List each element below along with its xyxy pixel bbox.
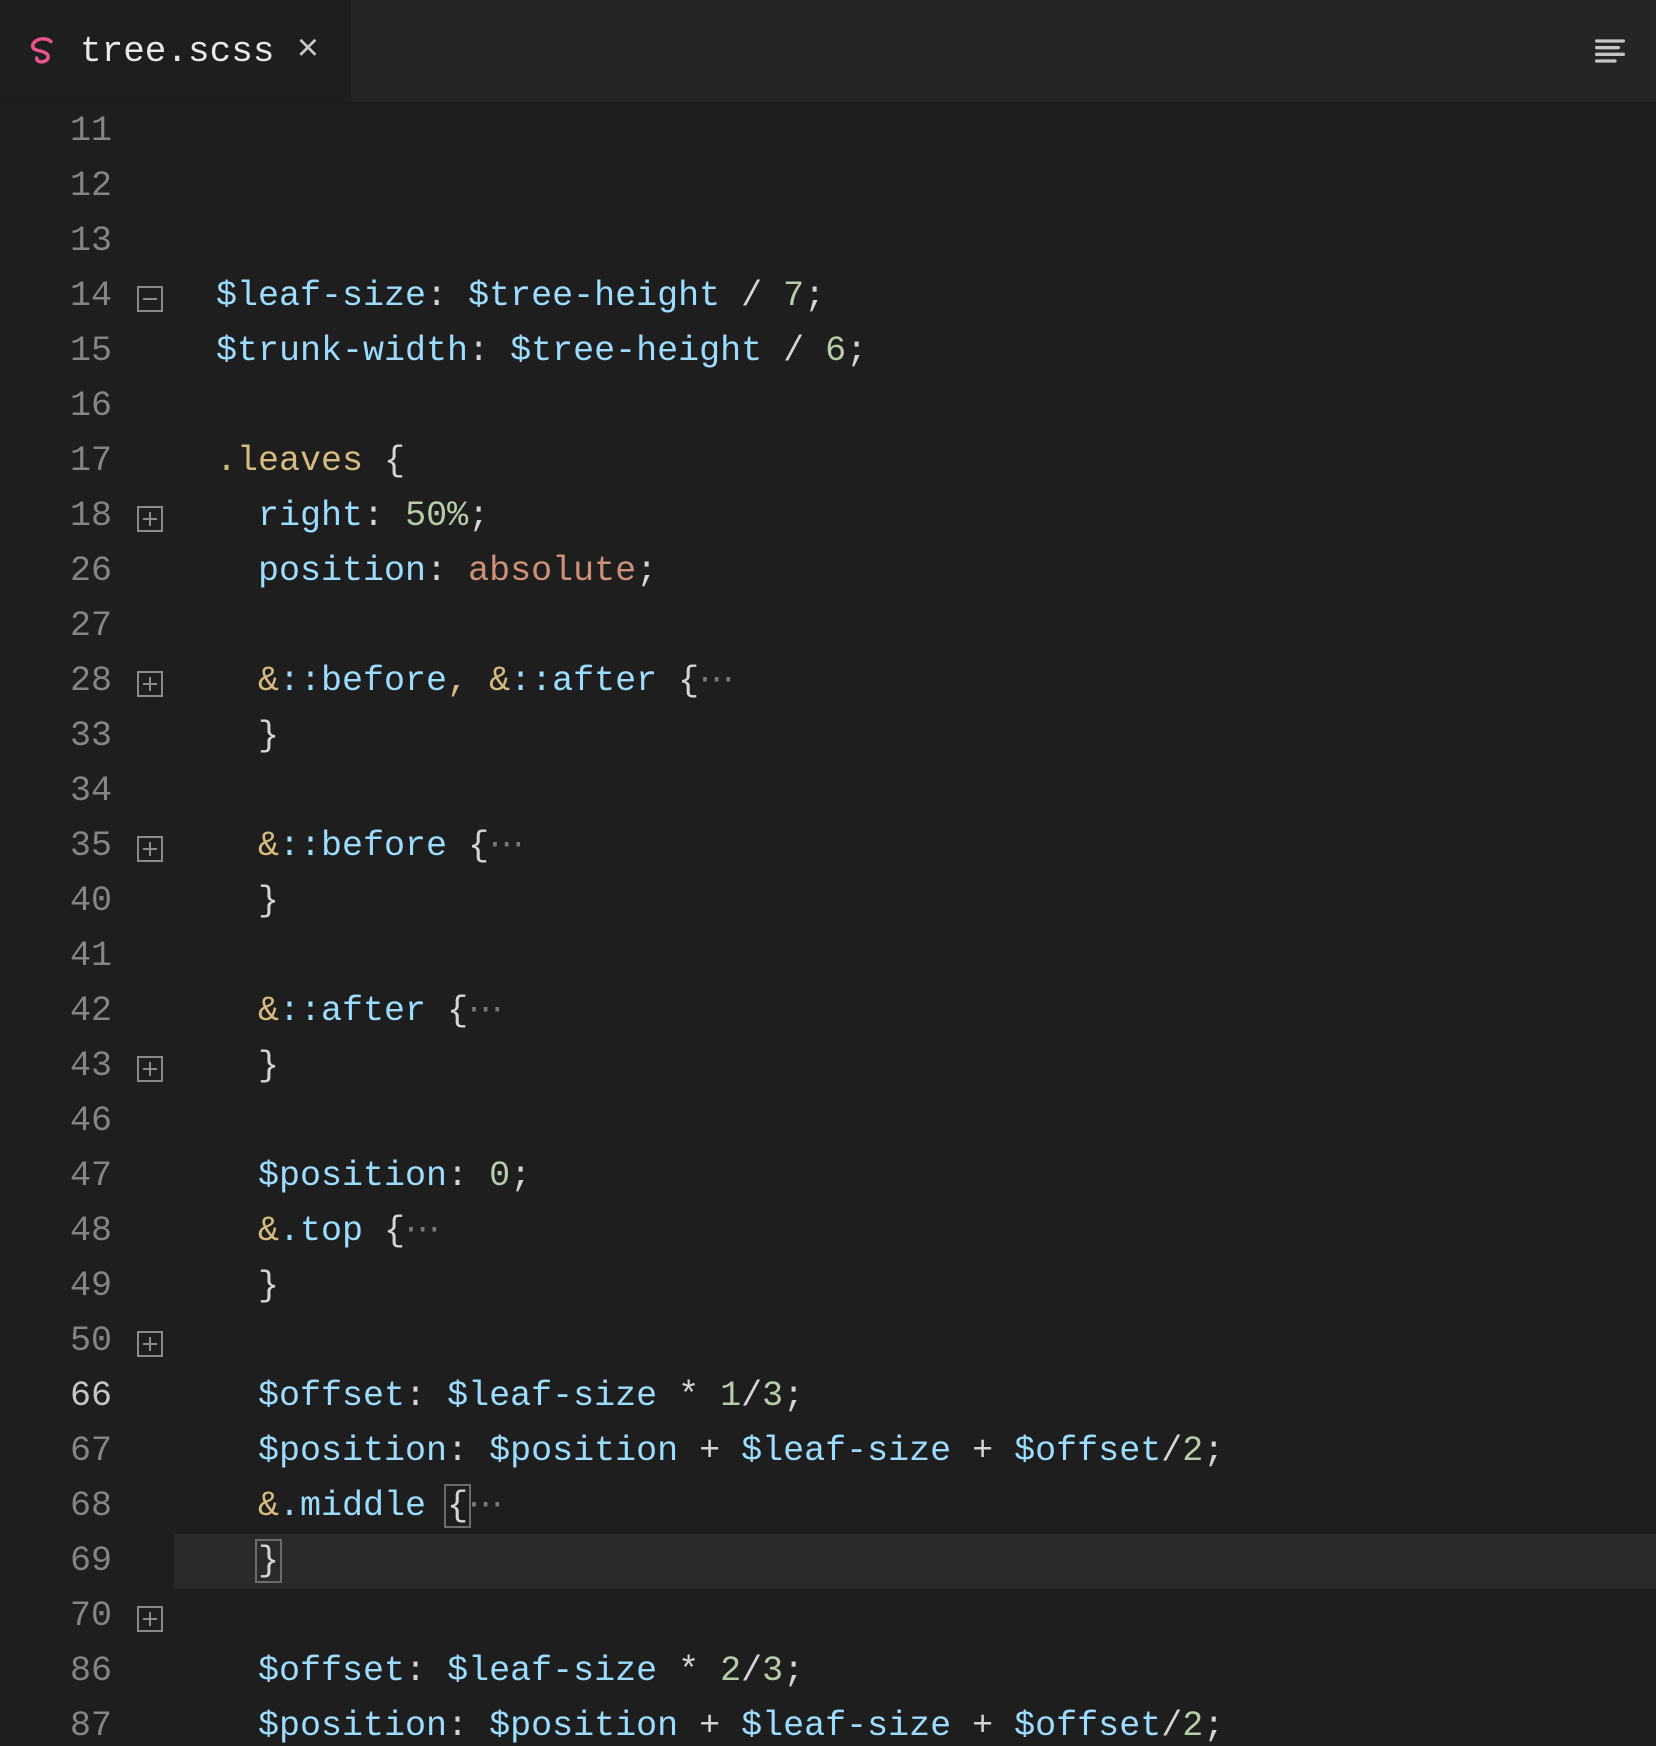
line-number: 12 <box>0 159 112 214</box>
code-line[interactable] <box>174 1314 1656 1369</box>
line-number-gutter: 1112131415161718262728333435404142434647… <box>0 104 126 1746</box>
line-number: 42 <box>0 984 112 1039</box>
line-number: 47 <box>0 1149 112 1204</box>
line-number: 68 <box>0 1479 112 1534</box>
line-number: 43 <box>0 1039 112 1094</box>
line-number: 67 <box>0 1424 112 1479</box>
line-number: 41 <box>0 929 112 984</box>
code-line[interactable]: $offset: $leaf-size * 2/3; <box>174 1644 1656 1699</box>
line-number: 13 <box>0 214 112 269</box>
line-number: 86 <box>0 1644 112 1699</box>
code-line[interactable] <box>174 764 1656 819</box>
editor[interactable]: 1112131415161718262728333435404142434647… <box>0 104 1656 1746</box>
code-line[interactable]: $trunk-width: $tree-height / 6; <box>174 324 1656 379</box>
code-line[interactable]: &::before, &::after {⋯ <box>174 654 1656 709</box>
sass-icon <box>24 32 62 70</box>
menu-icon[interactable] <box>1590 31 1630 71</box>
code-line[interactable]: &::after {⋯ <box>174 984 1656 1039</box>
line-number: 28 <box>0 654 112 709</box>
code-line[interactable]: } <box>174 874 1656 929</box>
code-line[interactable]: } <box>174 1259 1656 1314</box>
fold-expand-icon[interactable] <box>137 1331 163 1357</box>
line-number: 48 <box>0 1204 112 1259</box>
line-number: 87 <box>0 1699 112 1746</box>
line-number: 33 <box>0 709 112 764</box>
line-number: 16 <box>0 379 112 434</box>
tab-tree-scss[interactable]: tree.scss × <box>0 0 353 102</box>
close-icon[interactable]: × <box>292 28 323 74</box>
code-line[interactable]: } <box>174 709 1656 764</box>
line-number: 46 <box>0 1094 112 1149</box>
code-line[interactable] <box>174 379 1656 434</box>
line-number: 66 <box>0 1369 112 1424</box>
code-line[interactable]: $position: 0; <box>174 1149 1656 1204</box>
line-number: 18 <box>0 489 112 544</box>
fold-gutter <box>126 104 174 1746</box>
line-number: 70 <box>0 1589 112 1644</box>
line-number: 27 <box>0 599 112 654</box>
line-number: 49 <box>0 1259 112 1314</box>
fold-expand-icon[interactable] <box>137 836 163 862</box>
tab-filename: tree.scss <box>80 31 274 72</box>
line-number: 11 <box>0 104 112 159</box>
code-line[interactable] <box>174 599 1656 654</box>
code-line[interactable]: &.top {⋯ <box>174 1204 1656 1259</box>
code-line[interactable]: $position: $position + $leaf-size + $off… <box>174 1699 1656 1746</box>
code-area[interactable]: $leaf-size: $tree-height / 7; $trunk-wid… <box>174 104 1656 1746</box>
fold-expand-icon[interactable] <box>137 671 163 697</box>
line-number: 50 <box>0 1314 112 1369</box>
line-number: 26 <box>0 544 112 599</box>
line-number: 40 <box>0 874 112 929</box>
code-line[interactable]: } <box>174 1039 1656 1094</box>
code-line[interactable]: right: 50%; <box>174 489 1656 544</box>
code-line[interactable]: $leaf-size: $tree-height / 7; <box>174 269 1656 324</box>
fold-collapse-icon[interactable] <box>137 286 163 312</box>
line-number: 14 <box>0 269 112 324</box>
code-line[interactable] <box>174 1589 1656 1644</box>
code-line[interactable]: } <box>174 1534 1656 1589</box>
fold-expand-icon[interactable] <box>137 1056 163 1082</box>
code-line[interactable]: .leaves { <box>174 434 1656 489</box>
fold-expand-icon[interactable] <box>137 506 163 532</box>
editor-actions <box>1590 0 1656 102</box>
fold-expand-icon[interactable] <box>137 1606 163 1632</box>
code-line[interactable]: $offset: $leaf-size * 1/3; <box>174 1369 1656 1424</box>
code-line[interactable]: $position: $position + $leaf-size + $off… <box>174 1424 1656 1479</box>
code-line[interactable]: &.middle {⋯ <box>174 1479 1656 1534</box>
code-line[interactable] <box>174 1094 1656 1149</box>
code-line[interactable] <box>174 929 1656 984</box>
line-number: 15 <box>0 324 112 379</box>
code-line[interactable]: &::before {⋯ <box>174 819 1656 874</box>
line-number: 35 <box>0 819 112 874</box>
code-line[interactable]: position: absolute; <box>174 544 1656 599</box>
line-number: 69 <box>0 1534 112 1589</box>
line-number: 17 <box>0 434 112 489</box>
line-number: 34 <box>0 764 112 819</box>
tab-bar: tree.scss × <box>0 0 1656 104</box>
